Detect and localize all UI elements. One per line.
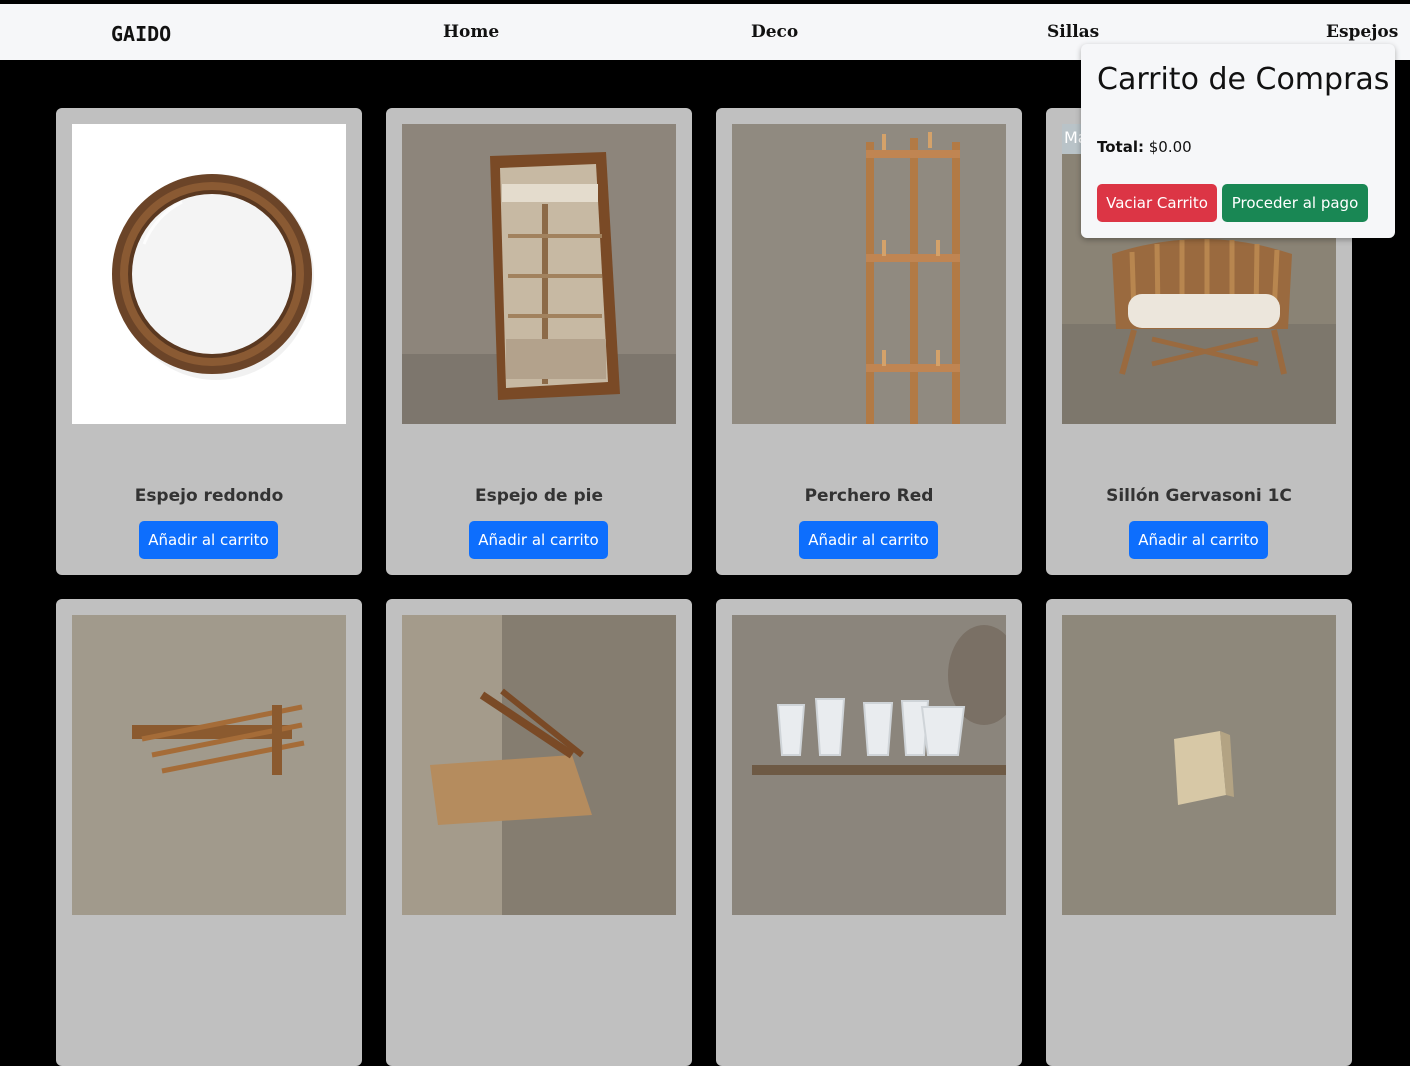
nav-link-home[interactable]: Home <box>443 22 499 42</box>
add-to-cart-button[interactable]: Añadir al carrito <box>1129 521 1268 559</box>
product-card-espejo-redondo: Espejo redondo Añadir al carrito <box>56 108 362 575</box>
product-image <box>402 615 676 915</box>
product-card <box>716 599 1022 1066</box>
cart-total: Total: $0.00 <box>1097 138 1192 156</box>
nav-link-espejos[interactable]: Espejos <box>1326 22 1398 42</box>
product-card <box>386 599 692 1066</box>
product-card-espejo-de-pie: Espejo de pie Añadir al carrito <box>386 108 692 575</box>
product-image <box>732 124 1006 424</box>
product-card <box>56 599 362 1066</box>
clear-cart-button[interactable]: Vaciar Carrito <box>1097 184 1217 222</box>
product-card <box>1046 599 1352 1066</box>
nav-link-deco[interactable]: Deco <box>751 22 798 42</box>
cart-title: Carrito de Compras <box>1097 62 1390 97</box>
cart-total-value: $0.00 <box>1148 138 1192 156</box>
product-title: Sillón Gervasoni 1C <box>1106 486 1292 506</box>
add-to-cart-button[interactable]: Añadir al carrito <box>799 521 938 559</box>
product-image <box>72 124 346 424</box>
shopping-cart-panel: Carrito de Compras Total: $0.00 Vaciar C… <box>1081 44 1395 238</box>
checkout-button[interactable]: Proceder al pago <box>1222 184 1368 222</box>
product-title: Perchero Red <box>804 486 934 506</box>
cart-total-label: Total: <box>1097 138 1144 156</box>
product-card-perchero-red: Perchero Red Añadir al carrito <box>716 108 1022 575</box>
product-title: Espejo de pie <box>475 486 603 506</box>
product-image <box>732 615 1006 915</box>
add-to-cart-button[interactable]: Añadir al carrito <box>469 521 608 559</box>
nav-link-sillas[interactable]: Sillas <box>1047 22 1099 42</box>
product-image <box>72 615 346 915</box>
product-image <box>402 124 676 424</box>
add-to-cart-button[interactable]: Añadir al carrito <box>139 521 278 559</box>
product-title: Espejo redondo <box>134 486 284 506</box>
product-image <box>1062 615 1336 915</box>
brand-logo[interactable]: GAIDO <box>111 22 171 46</box>
